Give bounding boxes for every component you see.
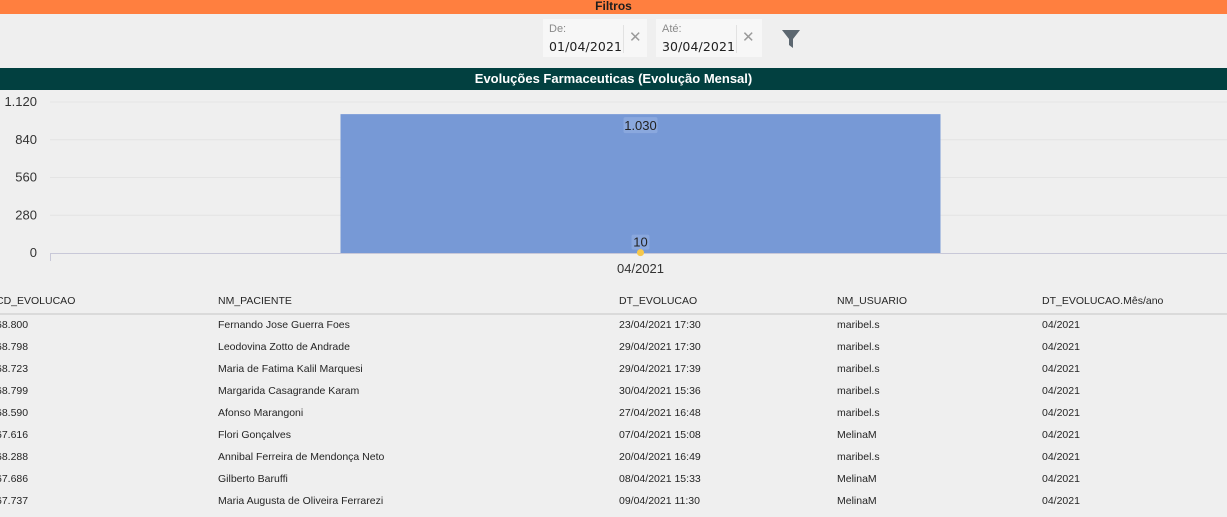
bar xyxy=(340,114,941,253)
table-header: CD_EVOLUCAO NM_PACIENTE DT_EVOLUCAO NM_USUA… xyxy=(0,291,1227,315)
y-tick-label: 1.120 xyxy=(4,94,37,109)
data-label: 10 xyxy=(633,235,647,250)
table-cell: 68.590 xyxy=(0,407,29,419)
table-cell: 67.737 xyxy=(0,495,29,507)
table-cell: 04/2021 xyxy=(1042,363,1080,375)
table-cell: 68.799 xyxy=(0,385,29,397)
table-cell: MelinaM xyxy=(837,495,877,507)
table-cell: Afonso Marangoni xyxy=(218,407,304,419)
date-to-value[interactable]: 30/04/2021 xyxy=(662,39,735,54)
date-to-label: Até: xyxy=(662,23,682,35)
table-row[interactable]: 68.723 Maria de Fatima Kalil Marquesi 29/0… xyxy=(0,362,1227,384)
table-cell: Annibal Ferreira de Mendonça Neto xyxy=(218,451,385,463)
table-cell: 08/04/2021 15:33 xyxy=(619,473,701,485)
table-row[interactable]: 68.288 Annibal Ferreira de Mendonça Neto 2… xyxy=(0,450,1227,472)
y-tick-label: 560 xyxy=(15,170,37,185)
y-tick-label: 280 xyxy=(15,207,37,222)
table-cell: 07/04/2021 15:08 xyxy=(619,429,701,441)
table-cell: 04/2021 xyxy=(1042,341,1080,353)
table-cell: Leodovina Zotto de Andrade xyxy=(218,341,350,353)
table-cell: maribel.s xyxy=(837,341,880,353)
y-tick-label: 0 xyxy=(30,245,37,260)
close-icon[interactable]: ✕ xyxy=(742,28,755,46)
table-cell: MelinaM xyxy=(837,473,877,485)
table-cell: 68.723 xyxy=(0,363,29,375)
table-cell: maribel.s xyxy=(837,385,880,397)
column-header[interactable]: CD_EVOLUCAO xyxy=(0,295,75,307)
column-header[interactable]: NM_PACIENTE xyxy=(218,295,292,307)
close-icon[interactable]: ✕ xyxy=(629,28,642,46)
table-cell: Maria Augusta de Oliveira Ferrarezi xyxy=(218,495,384,507)
date-from-label: De: xyxy=(549,23,567,35)
data-point xyxy=(637,249,644,257)
column-header[interactable]: DT_EVOLUCAO xyxy=(619,295,697,307)
bar-chart: 0 280 560 840 1.120 1.030 10 04/2021 xyxy=(4,94,1227,276)
table-row[interactable]: 67.616 Flori Gonçalves 07/04/2021 15:08 Mel… xyxy=(0,428,1227,450)
table-cell: 68.798 xyxy=(0,341,29,353)
table-row[interactable]: 68.800 Fernando Jose Guerra Foes 23/04/202… xyxy=(0,318,1227,340)
date-to-filter[interactable]: Até: 30/04/2021 ✕ xyxy=(656,19,762,57)
divider xyxy=(736,25,737,53)
table-row[interactable]: 68.798 Leodovina Zotto de Andrade 29/04/20… xyxy=(0,340,1227,362)
table-cell: 04/2021 xyxy=(1042,407,1080,419)
chart-title: Evoluções Farmaceuticas (Evolução Mensal… xyxy=(0,68,1227,90)
column-header[interactable]: DT_EVOLUCAO.Mês/ano xyxy=(1042,295,1163,307)
table-cell: 04/2021 xyxy=(1042,385,1080,397)
table-cell: 27/04/2021 16:48 xyxy=(619,407,701,419)
table-cell: Gilberto Baruffi xyxy=(218,473,288,485)
table-cell: 23/04/2021 17:30 xyxy=(619,319,701,331)
table-row[interactable]: 67.686 Gilberto Baruffi 08/04/2021 15:33 Me… xyxy=(0,472,1227,494)
column-header[interactable]: NM_USUARIO xyxy=(837,295,907,307)
date-from-filter[interactable]: De: 01/04/2021 ✕ xyxy=(543,19,647,57)
table-cell: Flori Gonçalves xyxy=(218,429,291,441)
table-cell: 09/04/2021 11:30 xyxy=(619,495,700,507)
table-cell: maribel.s xyxy=(837,407,880,419)
table-cell: 30/04/2021 15:36 xyxy=(619,385,701,397)
funnel-icon[interactable] xyxy=(781,29,801,54)
filters-header: Filtros xyxy=(0,0,1227,14)
table-cell: 29/04/2021 17:30 xyxy=(619,341,701,353)
divider xyxy=(623,25,624,53)
table-cell: Maria de Fatima Kalil Marquesi xyxy=(218,363,363,375)
table-cell: 04/2021 xyxy=(1042,473,1080,485)
table-row[interactable]: 68.590 Afonso Marangoni 27/04/2021 16:48 ma… xyxy=(0,406,1227,428)
data-label: 1.030 xyxy=(624,118,657,133)
table-cell: 20/04/2021 16:49 xyxy=(619,451,701,463)
table-cell: maribel.s xyxy=(837,363,880,375)
table-cell: 04/2021 xyxy=(1042,451,1080,463)
y-tick-label: 840 xyxy=(15,132,37,147)
table-cell: Fernando Jose Guerra Foes xyxy=(218,319,350,331)
table-cell: 67.686 xyxy=(0,473,29,485)
table-cell: 68.288 xyxy=(0,451,29,463)
table-cell: 67.616 xyxy=(0,429,29,441)
x-tick-label: 04/2021 xyxy=(617,261,664,276)
table-cell: MelinaM xyxy=(837,429,877,441)
table-cell: maribel.s xyxy=(837,319,880,331)
table-cell: 68.800 xyxy=(0,319,29,331)
table-cell: maribel.s xyxy=(837,451,880,463)
table-row[interactable]: 68.799 Margarida Casagrande Karam 30/04/20… xyxy=(0,384,1227,406)
table-row[interactable]: 67.737 Maria Augusta de Oliveira Ferrarez… xyxy=(0,494,1227,516)
table-cell: Margarida Casagrande Karam xyxy=(218,385,360,397)
table-cell: 04/2021 xyxy=(1042,429,1080,441)
date-from-value[interactable]: 01/04/2021 xyxy=(549,39,622,54)
table-cell: 04/2021 xyxy=(1042,319,1080,331)
table-cell: 29/04/2021 17:39 xyxy=(619,363,701,375)
table-cell: 04/2021 xyxy=(1042,495,1080,507)
